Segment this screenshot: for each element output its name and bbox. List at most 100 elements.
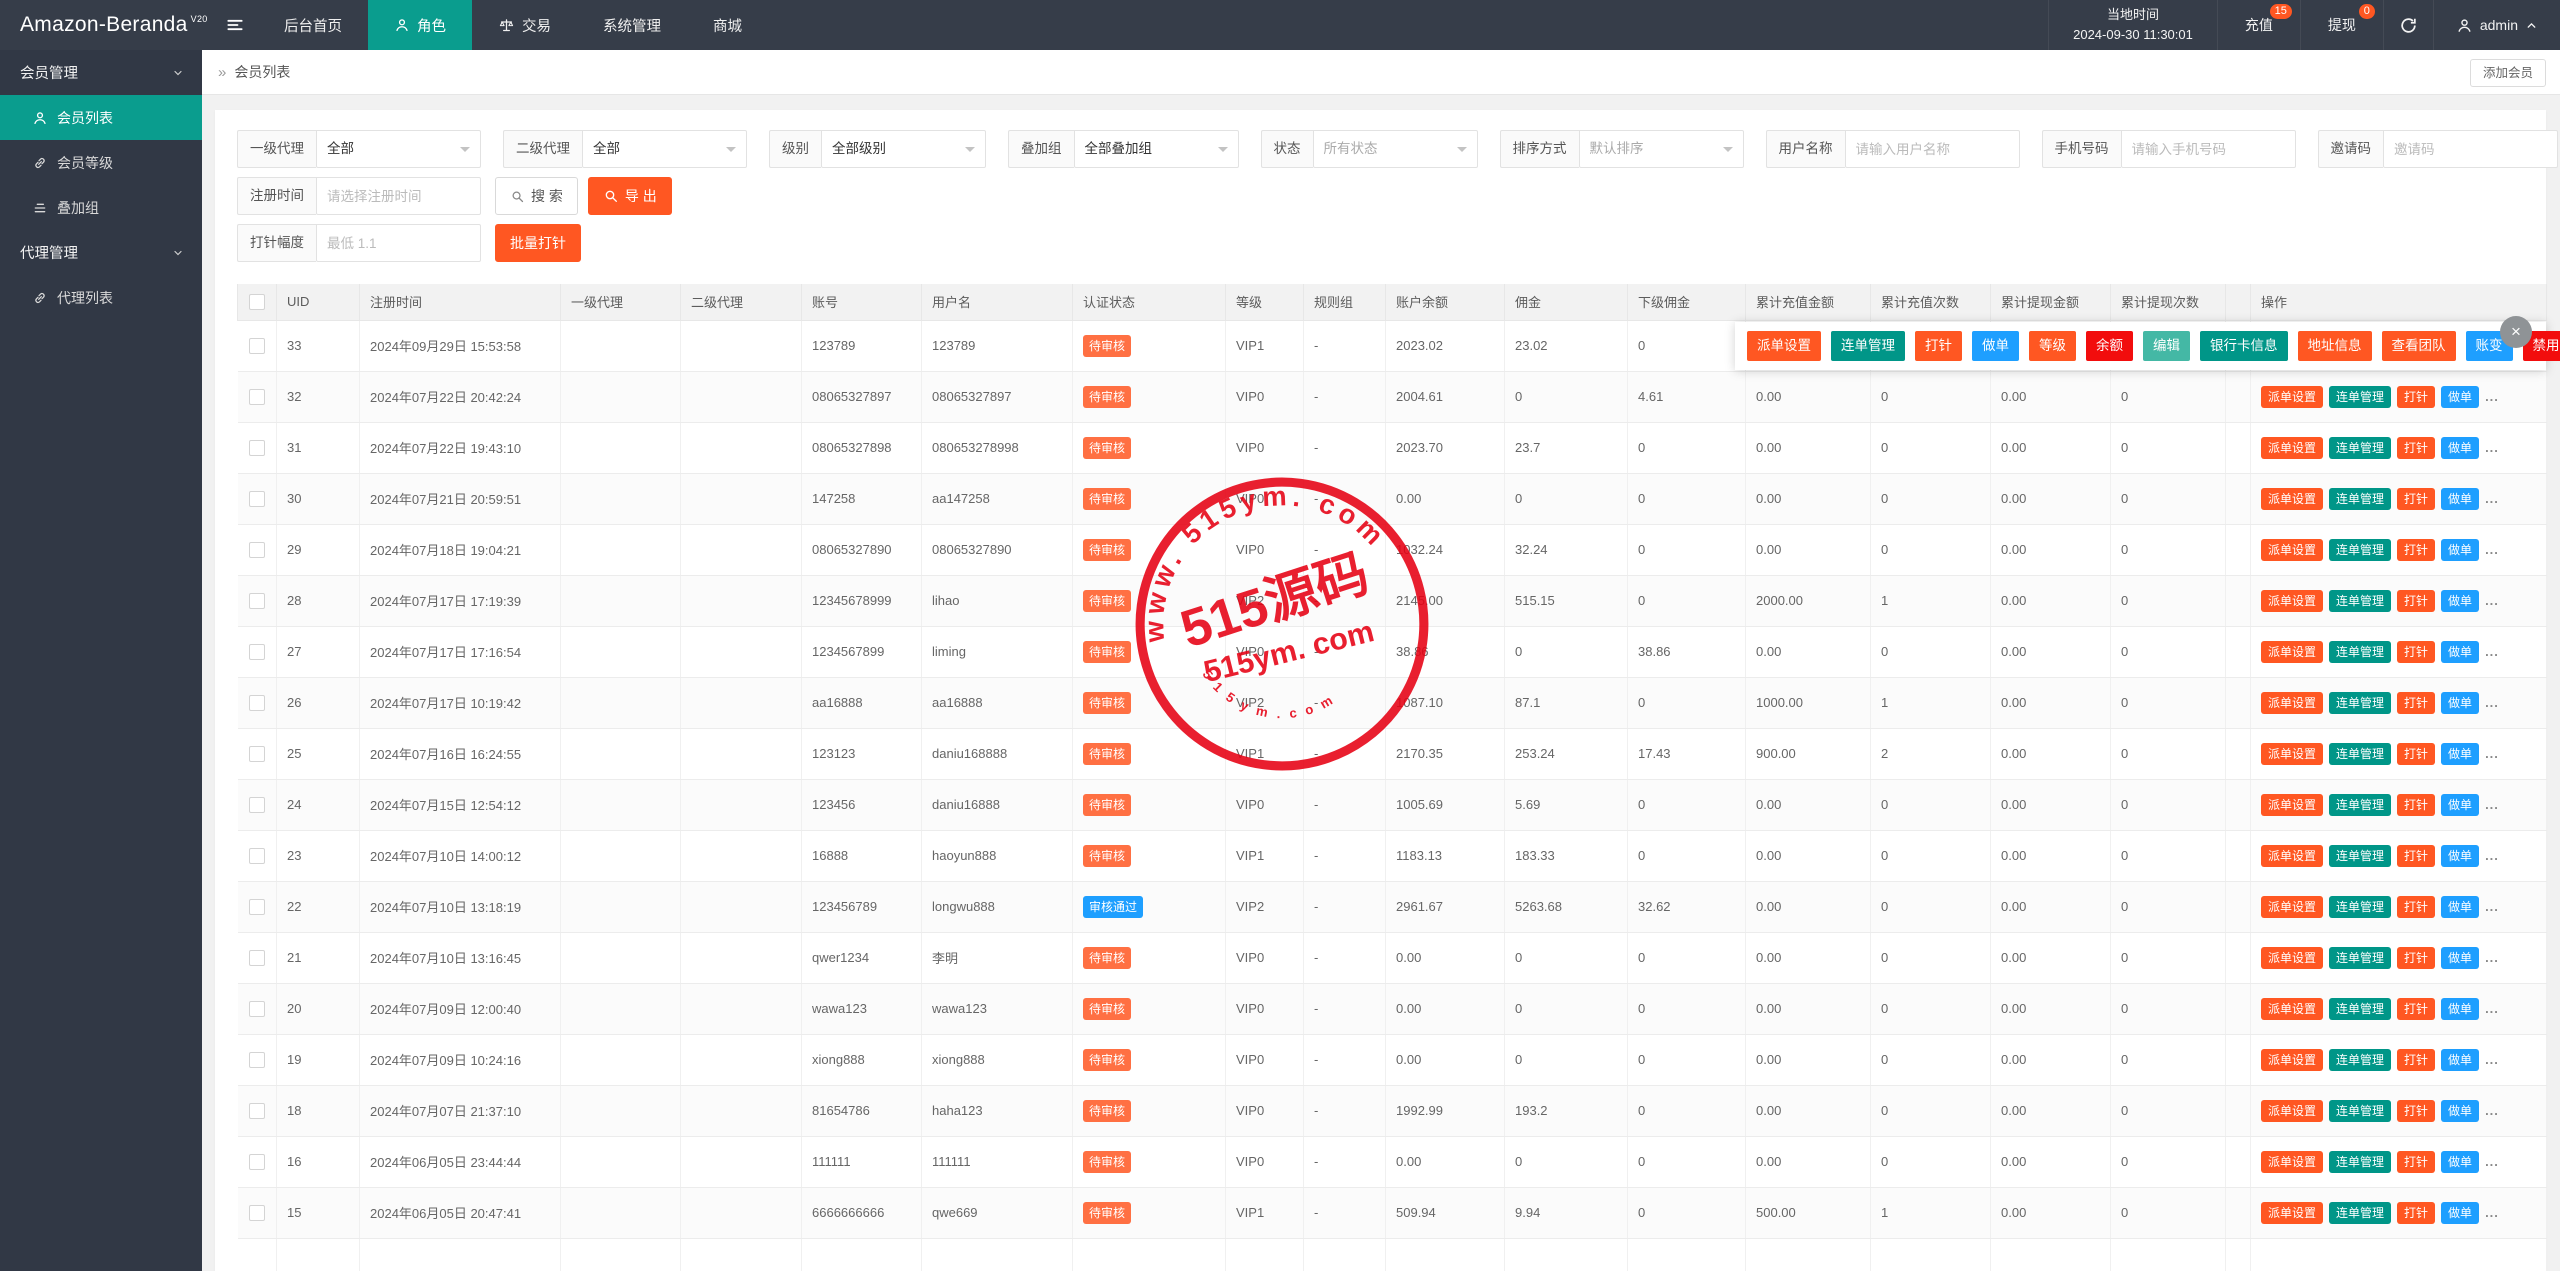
row-checkbox[interactable] bbox=[248, 337, 265, 354]
more-actions-button[interactable]: ... bbox=[2485, 1001, 2499, 1016]
row-checkbox[interactable] bbox=[248, 388, 265, 405]
more-actions-button[interactable]: ... bbox=[2485, 1154, 2499, 1169]
sidebar-item-会员列表[interactable]: 会员列表 bbox=[0, 95, 202, 140]
close-icon[interactable]: × bbox=[2500, 316, 2532, 348]
row-action-连单管理[interactable]: 连单管理 bbox=[2329, 385, 2392, 408]
popup-action-地址信息[interactable]: 地址信息 bbox=[2297, 331, 2372, 361]
row-action-打针[interactable]: 打针 bbox=[2397, 1201, 2436, 1224]
nav-item-2[interactable]: 交易 bbox=[472, 0, 577, 50]
row-action-做单[interactable]: 做单 bbox=[2441, 895, 2480, 918]
row-action-做单[interactable]: 做单 bbox=[2441, 487, 2480, 510]
row-action-做单[interactable]: 做单 bbox=[2441, 997, 2480, 1020]
hamburger-icon[interactable] bbox=[212, 0, 258, 50]
row-action-连单管理[interactable]: 连单管理 bbox=[2329, 1201, 2392, 1224]
row-action-打针[interactable]: 打针 bbox=[2397, 589, 2436, 612]
popup-action-编辑[interactable]: 编辑 bbox=[2143, 331, 2190, 361]
row-action-连单管理[interactable]: 连单管理 bbox=[2329, 436, 2392, 459]
popup-action-打针[interactable]: 打针 bbox=[1915, 331, 1962, 361]
row-action-连单管理[interactable]: 连单管理 bbox=[2329, 1099, 2392, 1122]
more-actions-button[interactable]: ... bbox=[2485, 950, 2499, 965]
popup-action-做单[interactable]: 做单 bbox=[1972, 331, 2019, 361]
row-action-派单设置[interactable]: 派单设置 bbox=[2261, 946, 2324, 969]
filter-select-value[interactable]: 所有状态 bbox=[1312, 130, 1478, 168]
more-actions-button[interactable]: ... bbox=[2485, 848, 2499, 863]
recharge-nav-item[interactable]: 充值 15 bbox=[2218, 0, 2301, 50]
row-action-打针[interactable]: 打针 bbox=[2397, 844, 2436, 867]
row-action-连单管理[interactable]: 连单管理 bbox=[2329, 1048, 2392, 1071]
row-checkbox[interactable] bbox=[248, 1000, 265, 1017]
row-action-打针[interactable]: 打针 bbox=[2397, 1150, 2436, 1173]
row-action-连单管理[interactable]: 连单管理 bbox=[2329, 742, 2392, 765]
row-action-派单设置[interactable]: 派单设置 bbox=[2261, 1150, 2324, 1173]
row-action-打针[interactable]: 打针 bbox=[2397, 538, 2436, 561]
nav-item-0[interactable]: 后台首页 bbox=[258, 0, 368, 50]
row-action-打针[interactable]: 打针 bbox=[2397, 436, 2436, 459]
row-action-做单[interactable]: 做单 bbox=[2441, 742, 2480, 765]
popup-action-派单设置[interactable]: 派单设置 bbox=[1747, 331, 1821, 361]
filter-text-input[interactable] bbox=[2121, 131, 2295, 167]
row-checkbox[interactable] bbox=[248, 898, 265, 915]
sidebar-item-叠加组[interactable]: 叠加组 bbox=[0, 185, 202, 230]
filter-text-input[interactable] bbox=[1845, 131, 2019, 167]
row-action-连单管理[interactable]: 连单管理 bbox=[2329, 487, 2392, 510]
row-action-连单管理[interactable]: 连单管理 bbox=[2329, 997, 2392, 1020]
row-action-派单设置[interactable]: 派单设置 bbox=[2261, 1099, 2324, 1122]
row-action-做单[interactable]: 做单 bbox=[2441, 1150, 2480, 1173]
popup-action-余额[interactable]: 余额 bbox=[2086, 331, 2133, 361]
nav-item-1[interactable]: 角色 bbox=[368, 0, 472, 50]
row-checkbox[interactable] bbox=[248, 541, 265, 558]
row-checkbox[interactable] bbox=[248, 490, 265, 507]
row-checkbox[interactable] bbox=[248, 1153, 265, 1170]
needle-range-input[interactable] bbox=[317, 225, 480, 261]
more-actions-button[interactable]: ... bbox=[2485, 797, 2499, 812]
popup-action-查看团队[interactable]: 查看团队 bbox=[2381, 331, 2456, 361]
row-action-派单设置[interactable]: 派单设置 bbox=[2261, 691, 2324, 714]
row-action-连单管理[interactable]: 连单管理 bbox=[2329, 946, 2392, 969]
row-action-派单设置[interactable]: 派单设置 bbox=[2261, 538, 2324, 561]
row-action-派单设置[interactable]: 派单设置 bbox=[2261, 1048, 2324, 1071]
row-action-派单设置[interactable]: 派单设置 bbox=[2261, 895, 2324, 918]
row-action-连单管理[interactable]: 连单管理 bbox=[2329, 640, 2392, 663]
row-action-派单设置[interactable]: 派单设置 bbox=[2261, 742, 2324, 765]
register-time-input[interactable] bbox=[317, 178, 480, 214]
row-checkbox[interactable] bbox=[248, 592, 265, 609]
more-actions-button[interactable]: ... bbox=[2485, 1052, 2499, 1067]
filter-text-input[interactable] bbox=[2384, 131, 2557, 167]
popup-action-连单管理[interactable]: 连单管理 bbox=[1831, 331, 1905, 361]
row-checkbox[interactable] bbox=[248, 694, 265, 711]
refresh-icon[interactable] bbox=[2384, 0, 2434, 50]
row-action-做单[interactable]: 做单 bbox=[2441, 691, 2480, 714]
batch-needle-button[interactable]: 批量打针 bbox=[495, 224, 581, 262]
more-actions-button[interactable]: ... bbox=[2485, 644, 2499, 659]
row-action-连单管理[interactable]: 连单管理 bbox=[2329, 844, 2392, 867]
more-actions-button[interactable]: ... bbox=[2485, 746, 2499, 761]
filter-select-value[interactable]: 默认排序 bbox=[1578, 130, 1744, 168]
row-action-做单[interactable]: 做单 bbox=[2441, 640, 2480, 663]
row-action-打针[interactable]: 打针 bbox=[2397, 997, 2436, 1020]
row-action-做单[interactable]: 做单 bbox=[2441, 436, 2480, 459]
more-actions-button[interactable]: ... bbox=[2485, 1103, 2499, 1118]
row-action-连单管理[interactable]: 连单管理 bbox=[2329, 538, 2392, 561]
more-actions-button[interactable]: ... bbox=[2485, 491, 2499, 506]
row-checkbox[interactable] bbox=[248, 1051, 265, 1068]
row-action-做单[interactable]: 做单 bbox=[2441, 1048, 2480, 1071]
row-action-打针[interactable]: 打针 bbox=[2397, 742, 2436, 765]
row-action-打针[interactable]: 打针 bbox=[2397, 385, 2436, 408]
row-action-做单[interactable]: 做单 bbox=[2441, 1099, 2480, 1122]
row-action-连单管理[interactable]: 连单管理 bbox=[2329, 895, 2392, 918]
row-action-派单设置[interactable]: 派单设置 bbox=[2261, 997, 2324, 1020]
row-action-做单[interactable]: 做单 bbox=[2441, 946, 2480, 969]
row-action-派单设置[interactable]: 派单设置 bbox=[2261, 589, 2324, 612]
row-action-连单管理[interactable]: 连单管理 bbox=[2329, 691, 2392, 714]
row-action-派单设置[interactable]: 派单设置 bbox=[2261, 793, 2324, 816]
filter-select-value[interactable]: 全部 bbox=[316, 130, 481, 168]
row-action-打针[interactable]: 打针 bbox=[2397, 640, 2436, 663]
withdraw-nav-item[interactable]: 提现 0 bbox=[2301, 0, 2384, 50]
export-button[interactable]: 导 出 bbox=[587, 177, 672, 215]
row-checkbox[interactable] bbox=[248, 643, 265, 660]
filter-select-value[interactable]: 全部叠加组 bbox=[1073, 130, 1239, 168]
row-action-做单[interactable]: 做单 bbox=[2441, 793, 2480, 816]
filter-select-value[interactable]: 全部级别 bbox=[821, 130, 986, 168]
row-action-派单设置[interactable]: 派单设置 bbox=[2261, 487, 2324, 510]
sidebar-group-0[interactable]: 会员管理 bbox=[0, 50, 202, 95]
